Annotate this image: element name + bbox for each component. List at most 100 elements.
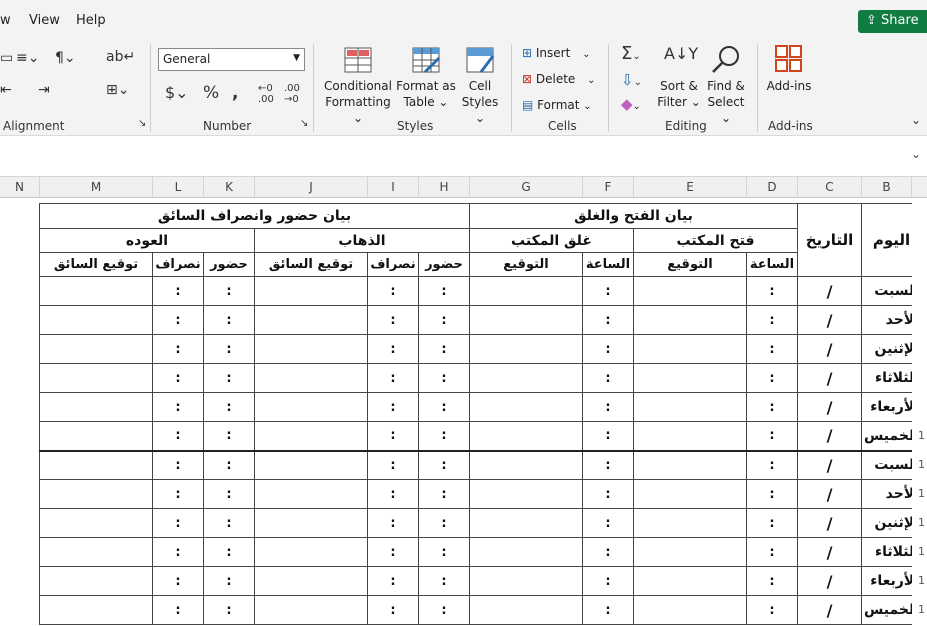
close-signature-cell[interactable] [469,449,583,480]
return-leave-cell[interactable]: : [152,305,204,335]
column-header-d[interactable]: D [747,177,798,198]
open-signature-cell[interactable] [633,363,747,393]
open-time-cell[interactable]: : [746,449,798,480]
open-signature-header[interactable]: التوقيع [633,252,747,277]
going-attend-header[interactable]: حضور [418,252,470,277]
indent-icon[interactable]: ≡⌄ [16,50,39,66]
close-time-cell[interactable]: : [582,537,634,567]
increase-indent-icon[interactable]: ⇥ [38,82,50,98]
worksheet-grid[interactable]: بيان حضور وانصراف السائق بيان الفتح والغ… [0,198,927,626]
date-cell[interactable]: / [797,595,862,625]
close-time-header[interactable]: الساعة [582,252,634,277]
close-time-cell[interactable]: : [582,595,634,625]
going-driver-signature-cell[interactable] [254,566,368,596]
merge-center-icon[interactable]: ⊞⌄ [106,82,129,98]
addins-button[interactable]: Add-ins [764,78,814,94]
clear-icon[interactable]: ◆⌄ [621,95,641,113]
column-header-j[interactable]: J [255,177,368,198]
open-time-cell[interactable]: : [746,595,798,625]
column-header-g[interactable]: G [470,177,583,198]
column-header-c[interactable]: C [798,177,862,198]
format-as-table-button[interactable]: Format as Table ⌄ [396,78,456,110]
open-office-header[interactable]: فتح المكتب [633,228,798,253]
return-driver-signature-cell[interactable] [39,276,153,306]
going-leave-cell[interactable]: : [367,421,419,451]
cell-styles-button[interactable]: Cell Styles ⌄ [455,78,505,126]
going-attend-cell[interactable]: : [418,392,470,422]
date-cell[interactable]: / [797,334,862,364]
open-close-title[interactable]: بيان الفتح والغلق [469,203,798,229]
going-leave-cell[interactable]: : [367,449,419,480]
going-attend-cell[interactable]: : [418,595,470,625]
going-driver-signature-header[interactable]: توقيع السائق [254,252,368,277]
going-attend-cell[interactable]: : [418,479,470,509]
going-driver-signature-cell[interactable] [254,363,368,393]
open-time-cell[interactable]: : [746,334,798,364]
number-format-select[interactable]: General ▼ [158,48,305,71]
return-header[interactable]: العوده [39,228,255,253]
open-signature-cell[interactable] [633,392,747,422]
return-leave-cell[interactable]: : [152,566,204,596]
open-time-header[interactable]: الساعة [746,252,798,277]
row-number[interactable]: 1 [918,545,925,558]
return-leave-cell[interactable]: : [152,334,204,364]
close-signature-cell[interactable] [469,421,583,451]
return-attend-cell[interactable]: : [203,392,255,422]
date-cell[interactable]: / [797,479,862,509]
open-time-cell[interactable]: : [746,421,798,451]
return-attend-cell[interactable]: : [203,363,255,393]
going-attend-cell[interactable]: : [418,305,470,335]
going-driver-signature-cell[interactable] [254,421,368,451]
going-driver-signature-cell[interactable] [254,595,368,625]
return-driver-signature-cell[interactable] [39,305,153,335]
going-driver-signature-cell[interactable] [254,392,368,422]
close-office-header[interactable]: غلق المكتب [469,228,634,253]
comma-style-icon[interactable]: , [232,83,238,103]
close-time-cell[interactable]: : [582,566,634,596]
close-signature-header[interactable]: التوقيع [469,252,583,277]
open-signature-cell[interactable] [633,479,747,509]
date-cell[interactable]: / [797,276,862,306]
close-signature-cell[interactable] [469,479,583,509]
open-signature-cell[interactable] [633,276,747,306]
close-signature-cell[interactable] [469,537,583,567]
open-signature-cell[interactable] [633,508,747,538]
decrease-decimal-icon[interactable]: .00 →0 [284,83,300,105]
expand-formula-bar-icon[interactable]: ⌄ [911,147,921,161]
fill-icon[interactable]: ⇩⌄ [621,71,642,89]
open-signature-cell[interactable] [633,449,747,480]
open-time-cell[interactable]: : [746,537,798,567]
close-signature-cell[interactable] [469,276,583,306]
going-leave-cell[interactable]: : [367,392,419,422]
dialog-launcher-icon[interactable]: ↘ [138,118,146,129]
going-driver-signature-cell[interactable] [254,537,368,567]
return-attend-cell[interactable]: : [203,276,255,306]
close-signature-cell[interactable] [469,595,583,625]
close-time-cell[interactable]: : [582,449,634,480]
return-attend-cell[interactable]: : [203,305,255,335]
return-attend-cell[interactable]: : [203,566,255,596]
going-driver-signature-cell[interactable] [254,305,368,335]
close-time-cell[interactable]: : [582,305,634,335]
open-time-cell[interactable]: : [746,392,798,422]
close-time-cell[interactable]: : [582,363,634,393]
going-leave-cell[interactable]: : [367,566,419,596]
return-leave-header[interactable]: نصراف [152,252,204,277]
align-box-icon[interactable]: ▭ [0,50,13,66]
return-attend-cell[interactable]: : [203,508,255,538]
going-driver-signature-cell[interactable] [254,276,368,306]
return-leave-cell[interactable]: : [152,392,204,422]
row-number[interactable]: 1 [918,516,925,529]
driver-attendance-title[interactable]: بيان حضور وانصراف السائق [39,203,470,229]
close-signature-cell[interactable] [469,566,583,596]
paragraph-icon[interactable]: ¶⌄ [55,50,76,66]
date-cell[interactable]: / [797,392,862,422]
open-signature-cell[interactable] [633,305,747,335]
collapse-ribbon-icon[interactable]: ⌄ [911,113,921,127]
column-header-f[interactable]: F [583,177,634,198]
column-header-e[interactable]: E [634,177,747,198]
going-attend-cell[interactable]: : [418,334,470,364]
close-signature-cell[interactable] [469,508,583,538]
close-time-cell[interactable]: : [582,276,634,306]
return-attend-cell[interactable]: : [203,449,255,480]
